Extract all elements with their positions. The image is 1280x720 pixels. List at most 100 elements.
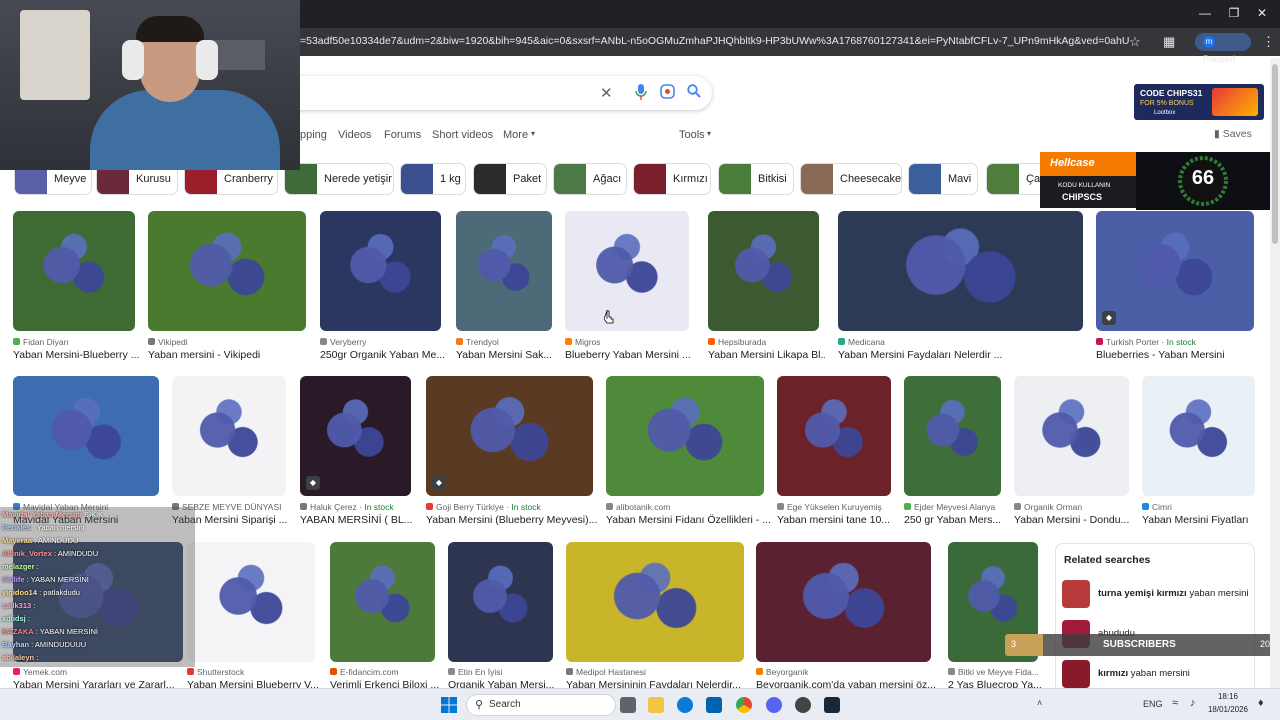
result-title[interactable]: Yaban Mersini Faydaları Nelerdir ... [838,349,1089,361]
image-result[interactable]: Etin En İyisi Organik Yaban Mersi... [448,542,554,693]
result-thumbnail[interactable] [13,376,159,496]
tab-shopping[interactable]: pping [300,129,327,141]
result-title[interactable]: Yaban Mersini-Blueberry ... [13,349,141,361]
chip-10[interactable]: Mavi [908,163,978,195]
chip-4[interactable]: 1 kg [400,163,466,195]
result-title[interactable]: YABAN MERSİNİ ( BL... [300,514,417,526]
volume-icon[interactable]: ♪ [1190,697,1196,709]
result-source[interactable]: Veryberry [320,337,366,347]
related-search-item[interactable]: turna yemişi kırmızı yaban mersini [1062,580,1250,610]
result-thumbnail[interactable] [172,376,286,496]
image-result[interactable]: Hepsiburada Yaban Mersini Likapa Bl... [708,211,825,363]
result-thumbnail[interactable] [606,376,764,496]
result-thumbnail[interactable] [777,376,891,496]
obs-icon[interactable] [795,697,811,713]
result-thumbnail[interactable] [426,376,593,496]
result-source[interactable]: Ege Yükselen Kuruyemiş [777,502,882,512]
result-thumbnail[interactable] [838,211,1083,331]
image-result[interactable]: Turkish Porter · In stock Blueberries - Y… [1096,211,1254,363]
result-title[interactable]: Blueberry Yaban Mersini ... [565,349,695,361]
image-result[interactable]: Medipol Hastanesi Yaban Mersininin Faydal… [566,542,744,693]
image-result[interactable]: Bitki ve Meyve Fida... 2 Yaş Bluecrop Ya.… [948,542,1042,693]
menu-kebab-icon[interactable]: ⋮ [1262,34,1275,50]
chip-3[interactable]: Nerede yetişir [284,163,394,195]
result-thumbnail[interactable] [1014,376,1129,496]
result-thumbnail[interactable] [708,211,819,331]
result-title[interactable]: Yaban mersini - Vikipedi [148,349,312,361]
result-thumbnail[interactable] [756,542,931,662]
result-source[interactable]: Turkish Porter · In stock [1096,337,1196,347]
result-source[interactable]: Etin En İyisi [448,667,502,677]
result-thumbnail[interactable] [13,211,135,331]
result-title[interactable]: 250 gr Yaban Mers... [904,514,1007,526]
image-result[interactable]: Ege Yükselen Kuruyemiş Yaban mersini tane… [777,376,891,528]
result-source[interactable]: Beyorganik [756,667,809,677]
result-title[interactable]: Yaban Mersini Fiyatları [1142,514,1261,526]
image-result[interactable]: E-fidancim.com Verimli Erkenci Biloxi ... [330,542,439,693]
result-title[interactable]: Yaban Mersini Fidanı Özellikleri - ... [606,514,770,526]
scrollbar-track[interactable] [1270,58,1280,688]
tab-videos[interactable]: Videos [338,129,371,141]
result-source[interactable]: Haluk Çerez · In stock [300,502,394,512]
result-title[interactable]: 250gr Organik Yaban Me... [320,349,447,361]
image-result[interactable]: Veryberry 250gr Organik Yaban Me... [320,211,445,363]
clock-date[interactable]: 18/01/2026 [1205,705,1251,714]
scrollbar-thumb[interactable] [1272,64,1278,244]
image-result[interactable]: Goji Berry Türkiye · In stock Yaban Mersi… [426,376,597,528]
discord-icon[interactable] [766,697,782,713]
image-result[interactable]: Cimri Yaban Mersini Fiyatları [1142,376,1255,528]
file-explorer-icon[interactable] [648,697,664,713]
wifi-icon[interactable]: ≈ [1172,697,1178,709]
result-source[interactable]: Shutterstock [187,667,244,677]
image-result[interactable]: Medicana Yaban Mersini Faydaları Nelerdir… [838,211,1083,363]
image-result[interactable]: Fidan Diyarı Yaban Mersini-Blueberry ... [13,211,139,363]
tools-button[interactable]: Tools [679,129,705,141]
result-source[interactable]: Cimri [1142,502,1172,512]
extensions-icon[interactable]: ▦ [1163,34,1175,50]
image-result[interactable]: Mavidal Yaban Mersini Mavidal Yaban Mersi… [13,376,159,528]
chip-6[interactable]: Ağacı [553,163,627,195]
clear-icon[interactable]: ✕ [600,84,613,102]
minimize-icon[interactable]: — [1195,6,1215,22]
result-thumbnail[interactable] [320,211,441,331]
image-result[interactable]: Shutterstock Yaban Mersini Blueberry V... [187,542,319,693]
result-source[interactable]: Fidan Diyarı [13,337,69,347]
result-source[interactable]: Goji Berry Türkiye · In stock [426,502,541,512]
result-source[interactable]: Yemek.com [13,667,67,677]
result-title[interactable]: Blueberries - Yaban Mersini [1096,349,1260,361]
chip-9[interactable]: Cheesecake [800,163,902,195]
tab-more[interactable]: More [503,129,528,141]
url-field[interactable]: =53adf50e10334de7&udm=2&biw=1920&bih=945… [300,35,1130,49]
chrome-icon[interactable] [736,697,752,713]
image-result[interactable]: Haluk Çerez · In stock YABAN MERSİNİ ( BL… [300,376,412,528]
result-thumbnail[interactable] [1142,376,1255,496]
chip-8[interactable]: Bitkisi [718,163,794,195]
search-icon[interactable] [687,84,701,102]
store-icon[interactable] [706,697,722,713]
result-thumbnail[interactable] [456,211,552,331]
result-title[interactable]: Yaban Mersini Sak... [456,349,558,361]
restore-icon[interactable]: ❐ [1224,6,1244,22]
saves-link[interactable]: ▮ Saves [1214,128,1252,140]
search-box[interactable]: ✕ [260,76,712,110]
clock-time[interactable]: 18:16 [1208,692,1248,701]
result-source[interactable]: Hepsiburada [708,337,766,347]
voice-search-icon[interactable] [635,84,647,104]
chip-7[interactable]: Kırmızı [633,163,711,195]
result-title[interactable]: Yaban mersini tane 10... [777,514,897,526]
notification-bell-icon[interactable]: ♦ [1258,697,1264,709]
image-result[interactable]: Organik Orman Yaban Mersini - Dondu... [1014,376,1129,528]
result-thumbnail[interactable] [148,211,306,331]
result-source[interactable]: Medicana [838,337,885,347]
result-thumbnail[interactable] [187,542,315,662]
result-source[interactable]: Migros [565,337,601,347]
related-search-item[interactable]: kırmızı yaban mersini [1062,660,1250,690]
image-result[interactable]: Ejder Meyvesi Alanya 250 gr Yaban Mers... [904,376,1001,528]
language-indicator[interactable]: ENG [1143,699,1163,709]
result-title[interactable]: Yaban Mersini Likapa Bl... [708,349,825,361]
task-view-icon[interactable] [620,697,636,713]
result-source[interactable]: Vikipedi [148,337,188,347]
result-thumbnail[interactable] [448,542,553,662]
result-source[interactable]: Ejder Meyvesi Alanya [904,502,995,512]
image-result[interactable]: Trendyol Yaban Mersini Sak... [456,211,552,363]
